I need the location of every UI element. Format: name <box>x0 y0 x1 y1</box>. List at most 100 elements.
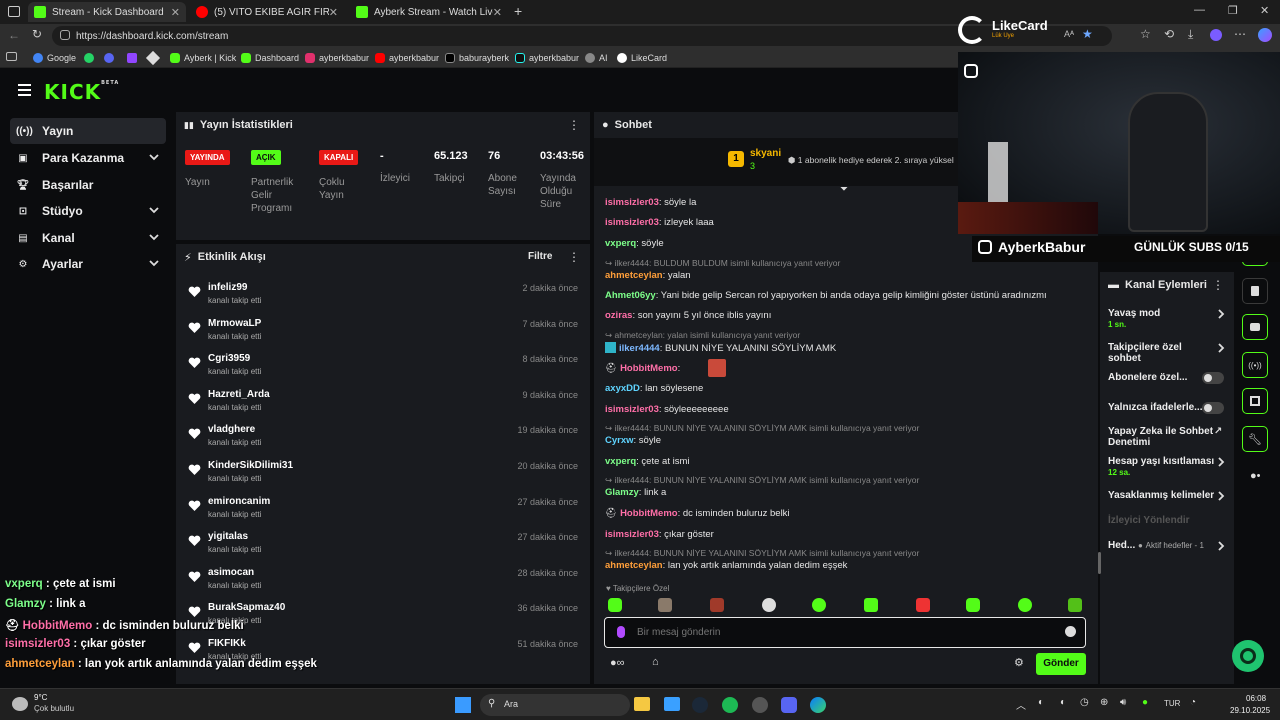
download-icon[interactable]: ⤓ <box>1188 27 1193 42</box>
chat-username[interactable]: Ahmet06yy <box>605 290 656 301</box>
taskbar-search[interactable]: ⚲ Ara <box>480 694 630 716</box>
channel-action-item[interactable]: Hed... ● Aktif hedefler - 1 <box>1108 540 1228 551</box>
bookmark-tiktok[interactable]: ayberkbabur <box>515 51 579 65</box>
chat-username[interactable]: oziras <box>605 310 632 321</box>
browser-tab-youtube[interactable]: (5) VİTO EKİBE AĞIR FIRÇA ATIYOR ✕ <box>190 2 344 22</box>
close-icon[interactable]: ✕ <box>493 6 502 19</box>
emote-icon[interactable] <box>1018 598 1032 612</box>
url-field[interactable]: https://dashboard.kick.com/stream <box>52 26 1112 46</box>
reload-icon[interactable]: ↻ <box>32 27 42 41</box>
more-options-icon[interactable]: ⋮ <box>568 250 580 264</box>
activity-username[interactable]: infeliz99 <box>208 282 247 293</box>
whatsapp-icon[interactable] <box>84 53 94 63</box>
volume-icon[interactable]: 🔊︎ <box>1120 697 1126 708</box>
toggle-switch[interactable] <box>1202 372 1224 384</box>
activity-username[interactable]: MrmowaLP <box>208 318 261 329</box>
back-icon[interactable]: ← <box>8 28 20 42</box>
activity-username[interactable]: KinderSikDilimi31 <box>208 460 293 471</box>
site-info-icon[interactable] <box>60 30 70 40</box>
channel-action-item[interactable]: Yalnızca ifadelerle... <box>1108 402 1228 414</box>
chat-username[interactable]: vxperq <box>605 238 636 249</box>
bookmark-dashboard[interactable]: Dashboard <box>241 51 299 65</box>
tab-actions-icon[interactable] <box>8 6 20 17</box>
sidebar-item-para-kazanma[interactable]: ▣ Para Kazanma <box>10 145 166 171</box>
new-tab-button[interactable]: + <box>514 3 522 19</box>
more-options-icon[interactable]: ⋮ <box>568 118 580 132</box>
external-link-icon[interactable]: ↗ <box>1214 426 1222 437</box>
store-icon[interactable]: ⌂ <box>652 656 659 668</box>
bookmark-ayberk-kick[interactable]: Ayberk | Kick <box>170 51 236 65</box>
bookmark-ai[interactable]: AI <box>585 51 608 65</box>
diamond-icon[interactable] <box>145 50 161 66</box>
activity-username[interactable]: Hazreti_Arda <box>208 389 270 400</box>
activity-username[interactable]: BurakSapmaz40 <box>208 602 285 613</box>
notes-icon[interactable] <box>1242 278 1268 304</box>
discord-taskbar-icon[interactable] <box>781 697 797 713</box>
channel-action-item[interactable]: Yapay Zeka ile Sohbet Denetimi ↗ <box>1108 426 1228 448</box>
bookmark-google[interactable]: Google <box>33 51 76 65</box>
activity-username[interactable]: yigitalas <box>208 531 248 542</box>
emoji-icon[interactable] <box>1065 626 1076 637</box>
input-language[interactable]: TUR <box>1164 699 1180 708</box>
favorite-star-icon[interactable]: ★ <box>1082 27 1093 41</box>
sidebar-item-ayarlar[interactable]: ⚙ Ayarlar <box>10 251 166 277</box>
integrations-icon[interactable]: ●• <box>1250 470 1261 482</box>
activity-username[interactable]: FIKFIKk <box>208 638 246 649</box>
chat-username[interactable]: ahmetceylan <box>605 560 663 571</box>
chat-username[interactable]: Cyrxw <box>605 435 634 446</box>
minimize-button[interactable]: — <box>1194 4 1205 16</box>
steam-icon[interactable] <box>692 697 708 713</box>
more-options-icon[interactable]: ⋮ <box>1212 278 1224 292</box>
activity-username[interactable]: emironcanim <box>208 496 270 507</box>
history-icon[interactable]: ⟲ <box>1164 27 1174 41</box>
close-icon[interactable]: ✕ <box>329 6 338 19</box>
chat-username[interactable]: Glamzy <box>605 487 639 498</box>
clock-date[interactable]: 29.10.2025 <box>1230 706 1270 715</box>
browser-tab-kick-watch[interactable]: Ayberk Stream - Watch Live on Kick ✕ <box>350 2 508 22</box>
chat-toggle-icon[interactable] <box>1242 314 1268 340</box>
activity-username[interactable]: Cgri3959 <box>208 353 250 364</box>
filter-button[interactable]: Filtre <box>528 251 552 262</box>
activity-username[interactable]: vladghere <box>208 424 255 435</box>
more-icon[interactable]: ⋯ <box>1234 27 1246 41</box>
copilot-icon[interactable] <box>1258 28 1272 42</box>
kick-logo[interactable]: KICKBETA <box>44 80 119 104</box>
chat-input-box[interactable] <box>604 617 1086 648</box>
windows-start-icon[interactable] <box>455 697 471 713</box>
tray-app-icon[interactable]: ⊕ <box>1100 697 1108 708</box>
chat-username[interactable]: HobbitMemo <box>620 363 678 374</box>
emote-icon[interactable] <box>812 598 826 612</box>
weather-icon[interactable] <box>12 697 28 711</box>
chat-username[interactable]: isimsizler03 <box>605 404 659 415</box>
sidebar-item-yayin[interactable]: ((•)) Yayın <box>10 118 166 144</box>
chat-message-input[interactable] <box>637 623 1037 641</box>
chat-username[interactable]: isimsizler03 <box>605 217 659 228</box>
bookmark-instagram[interactable]: ayberkbabur <box>305 51 369 65</box>
bookmark-likecard[interactable]: LikeCard <box>617 51 667 65</box>
chat-username[interactable]: ahmetceylan <box>605 270 663 281</box>
emote-icon[interactable] <box>966 598 980 612</box>
chat-username[interactable]: ilker4444 <box>619 343 660 354</box>
sidebar-item-basarilar[interactable]: 🏆︎ Başarılar <box>10 172 166 198</box>
file-explorer-icon[interactable] <box>634 697 650 711</box>
support-button[interactable] <box>1232 640 1264 672</box>
emote-icon[interactable] <box>658 598 672 612</box>
close-window-button[interactable]: ✕ <box>1260 4 1269 17</box>
bookmark-youtube[interactable]: ayberkbabur <box>375 51 439 65</box>
emote-icon[interactable] <box>864 598 878 612</box>
channel-action-item[interactable]: Hesap yaşı kısıtlaması 12 sa. <box>1108 456 1228 477</box>
twitch-icon[interactable] <box>127 53 137 63</box>
favorites-icon[interactable]: ☆ <box>1140 27 1151 41</box>
channel-action-item[interactable]: İzleyici Yönlendir <box>1108 515 1228 526</box>
emote-icon[interactable] <box>608 598 622 612</box>
emote-icon[interactable] <box>1068 598 1082 612</box>
tray-chevron-icon[interactable]: ︿ <box>1016 697 1026 712</box>
profile-avatar[interactable] <box>1210 29 1222 41</box>
emote-icon[interactable] <box>762 598 776 612</box>
emote-icon[interactable] <box>916 598 930 612</box>
spotify-icon[interactable] <box>722 697 738 713</box>
channel-action-item[interactable]: Abonelere özel... <box>1108 372 1228 384</box>
channel-points-icon[interactable]: ●∞ <box>610 657 625 669</box>
read-aloud-icon[interactable]: Aᴬ <box>1064 29 1074 39</box>
channel-action-item[interactable]: Yasaklanmış kelimeler <box>1108 490 1228 501</box>
